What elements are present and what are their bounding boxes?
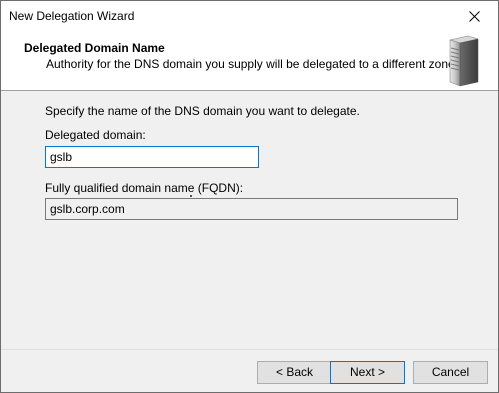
fqdn-label: Fully qualified domain name (FQDN): bbox=[45, 181, 244, 195]
window-title: New Delegation Wizard bbox=[9, 9, 135, 23]
header-title: Delegated Domain Name bbox=[24, 41, 165, 55]
header-subtitle: Authority for the DNS domain you supply … bbox=[46, 57, 459, 71]
server-icon bbox=[449, 35, 479, 87]
close-icon bbox=[469, 11, 480, 22]
instruction-text: Specify the name of the DNS domain you w… bbox=[45, 104, 360, 118]
back-button[interactable]: < Back bbox=[257, 361, 332, 384]
delegated-domain-label: Delegated domain: bbox=[45, 128, 146, 142]
wizard-header: Delegated Domain Name Authority for the … bbox=[1, 32, 498, 91]
fqdn-field: gslb.corp.com bbox=[45, 198, 458, 220]
mouse-cursor-dot bbox=[190, 195, 192, 197]
button-divider bbox=[1, 349, 498, 350]
next-button[interactable]: Next > bbox=[330, 361, 405, 384]
delegated-domain-input[interactable] bbox=[45, 146, 259, 168]
close-button[interactable] bbox=[452, 1, 498, 32]
title-bar: New Delegation Wizard bbox=[1, 1, 498, 32]
wizard-window: New Delegation Wizard Delegated Domain N… bbox=[0, 0, 499, 393]
cancel-button[interactable]: Cancel bbox=[413, 361, 488, 384]
